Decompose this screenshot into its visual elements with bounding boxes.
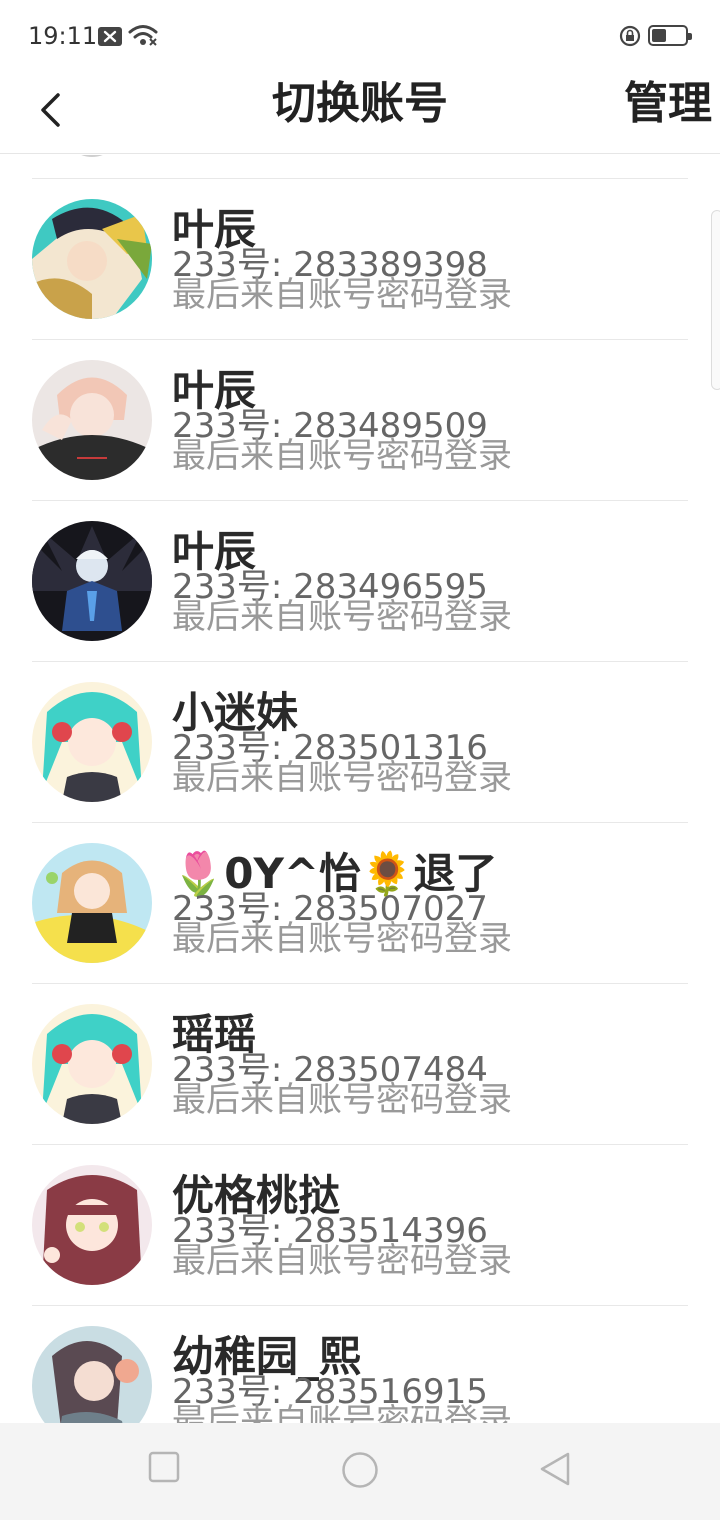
account-list-item[interactable]: 优格桃挞 233号: 283514396 最后来自账号密码登录 (0, 1145, 720, 1306)
battery-icon (648, 25, 692, 46)
status-bar: 19:11 (0, 0, 720, 72)
account-list-item[interactable]: 叶辰 233号: 283489509 最后来自账号密码登录 (0, 340, 720, 501)
system-back-button[interactable] (538, 1451, 572, 1491)
system-nav-bar (0, 1423, 720, 1520)
account-switch-screen: 19:11 切换账号 管理 叶辰 233号: 283389398 最后来自账号密… (0, 0, 720, 1520)
rotation-lock-icon (619, 25, 641, 51)
account-login-method: 最后来自账号密码登录 (172, 436, 512, 476)
avatar (32, 521, 152, 641)
account-login-method: 最后来自账号密码登录 (172, 1402, 512, 1423)
account-list-item[interactable]: 幼稚园_熙 233号: 283516915 最后来自账号密码登录 (0, 1306, 720, 1423)
list-item-partial (0, 155, 720, 179)
recents-square-icon (148, 1451, 180, 1483)
status-time: 19:11 (28, 22, 98, 50)
account-login-method: 最后来自账号密码登录 (172, 758, 512, 798)
scrollbar[interactable] (711, 210, 720, 390)
home-circle-icon (342, 1452, 378, 1488)
avatar (32, 1165, 152, 1285)
account-list-item[interactable]: 🌷0Y^怡🌻退了 233号: 283507027 最后来自账号密码登录 (0, 823, 720, 984)
wifi-icon (128, 24, 158, 50)
manage-button[interactable]: 管理 (624, 76, 712, 132)
account-login-method: 最后来自账号密码登录 (172, 919, 512, 959)
account-list-item[interactable]: 瑶瑶 233号: 283507484 最后来自账号密码登录 (0, 984, 720, 1145)
account-login-method: 最后来自账号密码登录 (172, 1241, 512, 1281)
avatar (62, 155, 122, 157)
account-login-method: 最后来自账号密码登录 (172, 597, 512, 637)
recents-button[interactable] (148, 1451, 180, 1487)
avatar (32, 1326, 152, 1423)
avatar (32, 682, 152, 802)
page-title: 切换账号 (272, 78, 448, 129)
account-login-method: 最后来自账号密码登录 (172, 275, 512, 315)
header-bar: 切换账号 管理 (0, 72, 720, 154)
avatar (32, 360, 152, 480)
notification-x-icon (98, 27, 122, 46)
account-list-item[interactable]: 小迷妹 233号: 283501316 最后来自账号密码登录 (0, 662, 720, 823)
back-triangle-icon (540, 1452, 570, 1486)
account-list-item[interactable]: 叶辰 233号: 283389398 最后来自账号密码登录 (0, 179, 720, 340)
account-login-method: 最后来自账号密码登录 (172, 1080, 512, 1120)
home-button[interactable] (341, 1451, 379, 1493)
account-list-item[interactable]: 叶辰 233号: 283496595 最后来自账号密码登录 (0, 501, 720, 662)
avatar (32, 843, 152, 963)
avatar (32, 199, 152, 319)
account-list[interactable]: 叶辰 233号: 283389398 最后来自账号密码登录 叶辰 233号: 2… (0, 155, 720, 1423)
avatar (32, 1004, 152, 1124)
